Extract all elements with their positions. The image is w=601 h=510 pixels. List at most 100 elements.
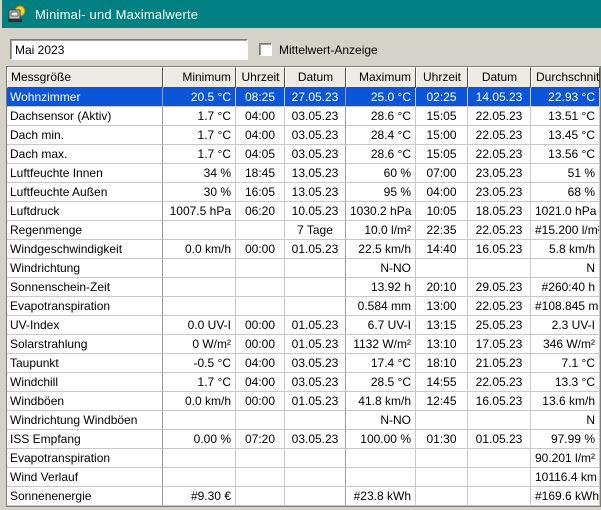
- table-row[interactable]: Evapotranspiration0.584 mm13:0022.05.23#…: [7, 297, 600, 316]
- column-header-0[interactable]: Messgröße: [7, 67, 163, 88]
- table-cell: Regenmenge: [7, 221, 163, 240]
- table-cell: 25.0 °C: [346, 88, 416, 107]
- table-cell: 01.05.23: [285, 392, 346, 411]
- table-row[interactable]: UV-Index0.0 UV-I00:0001.05.236.7 UV-I13:…: [7, 316, 600, 335]
- table-row[interactable]: Wohnzimmer20.5 °C08:2527.05.2325.0 °C02:…: [7, 88, 600, 107]
- table-cell: [285, 411, 346, 430]
- table-row[interactable]: Windböen0.0 km/h00:0001.05.2341.8 km/h12…: [7, 392, 600, 411]
- table-row[interactable]: Solarstrahlung0 W/m²00:0001.05.231132 W/…: [7, 335, 600, 354]
- table-row[interactable]: Luftfeuchte Außen30 %16:0513.05.2395 %04…: [7, 183, 600, 202]
- table-row[interactable]: ISS Empfang0.00 %07:2003.05.23100.00 %01…: [7, 430, 600, 449]
- table-cell: 03.05.23: [285, 373, 346, 392]
- table-cell: 01:30: [416, 430, 468, 449]
- table-row[interactable]: Luftdruck1007.5 hPa06:2010.05.231030.2 h…: [7, 202, 600, 221]
- table-cell: Evapotranspiration: [7, 297, 163, 316]
- table-cell: 00:00: [236, 316, 285, 335]
- table-cell: 90.201 l/m²: [531, 449, 600, 468]
- table-cell: 01.05.23: [468, 430, 531, 449]
- table-row[interactable]: Dach max.1.7 °C04:0503.05.2328.6 °C15:05…: [7, 145, 600, 164]
- table-cell: 2.3 UV-I: [531, 316, 600, 335]
- period-input[interactable]: [10, 39, 248, 60]
- table-cell: 0.0 UV-I: [163, 316, 236, 335]
- table-row[interactable]: Evapotranspiration90.201 l/m²: [7, 449, 600, 468]
- table-row[interactable]: Wind Verlauf10116.4 km: [7, 468, 600, 487]
- table-row[interactable]: Luftfeuchte Innen34 %18:4513.05.2360 %07…: [7, 164, 600, 183]
- table-cell: [236, 259, 285, 278]
- table-row[interactable]: Sonnenenergie#9.30 €#23.8 kWh#169.6 kWh: [7, 487, 600, 506]
- table-row[interactable]: Windrichtung WindböenN-NON: [7, 411, 600, 430]
- table-cell: #15.200 l/m²: [531, 221, 600, 240]
- table-cell: 16:05: [236, 183, 285, 202]
- weather-station-icon[interactable]: [7, 4, 27, 24]
- table-cell: 03.05.23: [285, 145, 346, 164]
- table-cell: Dach min.: [7, 126, 163, 145]
- table-cell: Dachsensor (Aktiv): [7, 107, 163, 126]
- column-header-7[interactable]: Durchschnitt: [531, 67, 600, 88]
- table-cell: [236, 411, 285, 430]
- table-cell: #169.6 kWh: [531, 487, 600, 506]
- table-cell: 01.05.23: [285, 316, 346, 335]
- table-cell: 1021.0 hPa: [531, 202, 600, 221]
- table-cell: Windböen: [7, 392, 163, 411]
- column-header-1[interactable]: Minimum: [163, 67, 236, 88]
- table-row[interactable]: Dachsensor (Aktiv)1.7 °C04:0003.05.2328.…: [7, 107, 600, 126]
- table-cell: 03.05.23: [285, 107, 346, 126]
- table-cell: 13.05.23: [285, 164, 346, 183]
- table-cell: [163, 468, 236, 487]
- table-cell: 95 %: [346, 183, 416, 202]
- table-cell: -0.5 °C: [163, 354, 236, 373]
- minmax-table: MessgrößeMinimumUhrzeitDatumMaximumUhrze…: [6, 66, 601, 507]
- table-row[interactable]: Dach min.1.7 °C04:0003.05.2328.4 °C15:00…: [7, 126, 600, 145]
- table-row[interactable]: Taupunkt-0.5 °C04:0003.05.2317.4 °C18:10…: [7, 354, 600, 373]
- table-cell: 13:15: [416, 316, 468, 335]
- table-cell: 13.45 °C: [531, 126, 600, 145]
- table-row[interactable]: Windgeschwindigkeit0.0 km/h00:0001.05.23…: [7, 240, 600, 259]
- table-cell: [163, 221, 236, 240]
- table-cell: 04:00: [236, 373, 285, 392]
- table-row[interactable]: Regenmenge7 Tage10.0 l/m²22:3522.05.23#1…: [7, 221, 600, 240]
- table-row[interactable]: WindrichtungN-NON: [7, 259, 600, 278]
- table-cell: 28.4 °C: [346, 126, 416, 145]
- table-cell: 1.7 °C: [163, 373, 236, 392]
- table-cell: [236, 449, 285, 468]
- column-header-2[interactable]: Uhrzeit: [236, 67, 285, 88]
- column-header-3[interactable]: Datum: [285, 67, 346, 88]
- table-cell: [163, 297, 236, 316]
- table-cell: [236, 468, 285, 487]
- table-cell: 22.05.23: [468, 126, 531, 145]
- table-cell: 5.8 km/h: [531, 240, 600, 259]
- table-cell: 00:00: [236, 392, 285, 411]
- table-row[interactable]: Sonnenschein-Zeit13.92 h20:1029.05.23#26…: [7, 278, 600, 297]
- table-cell: ISS Empfang: [7, 430, 163, 449]
- table-cell: Sonnenenergie: [7, 487, 163, 506]
- mittelwert-checkbox[interactable]: [259, 43, 272, 56]
- column-header-4[interactable]: Maximum: [346, 67, 416, 88]
- table-cell: 23.05.23: [468, 183, 531, 202]
- table-cell: N: [531, 259, 600, 278]
- table-cell: [236, 278, 285, 297]
- table-cell: 28.6 °C: [346, 145, 416, 164]
- table-row[interactable]: Windchill1.7 °C04:0003.05.2328.5 °C14:55…: [7, 373, 600, 392]
- table-cell: 100.00 %: [346, 430, 416, 449]
- table-cell: 7.1 °C: [531, 354, 600, 373]
- table-cell: 14:55: [416, 373, 468, 392]
- table-cell: 17.05.23: [468, 335, 531, 354]
- table-cell: [163, 411, 236, 430]
- table-cell: [416, 411, 468, 430]
- column-header-5[interactable]: Uhrzeit: [416, 67, 468, 88]
- table-cell: 03.05.23: [285, 126, 346, 145]
- table-cell: 04:00: [236, 107, 285, 126]
- table-cell: 15:05: [416, 145, 468, 164]
- column-header-6[interactable]: Datum: [468, 67, 531, 88]
- table-cell: 13.92 h: [346, 278, 416, 297]
- table-cell: [285, 487, 346, 506]
- table-cell: [416, 259, 468, 278]
- table-cell: 10.05.23: [285, 202, 346, 221]
- table-cell: [285, 297, 346, 316]
- table-cell: 02:25: [416, 88, 468, 107]
- table-cell: 346 W/m²: [531, 335, 600, 354]
- table-cell: #260:40 h: [531, 278, 600, 297]
- table-cell: 22.05.23: [468, 221, 531, 240]
- table-cell: 1.7 °C: [163, 145, 236, 164]
- table-cell: 13.6 km/h: [531, 392, 600, 411]
